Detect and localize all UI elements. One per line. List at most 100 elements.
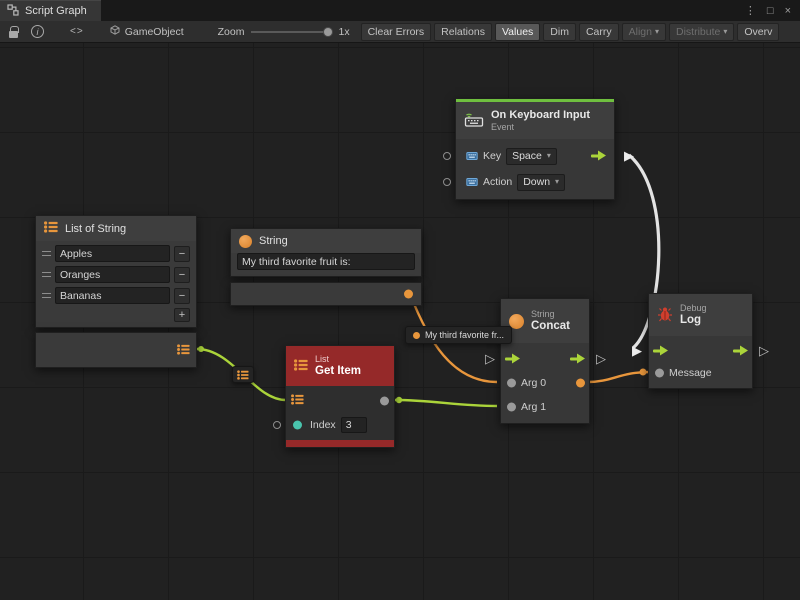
caret-down-icon: ▾ [723, 28, 727, 36]
caret-down-icon: ▾ [655, 28, 659, 36]
list-item-input[interactable] [55, 266, 170, 283]
keycode-icon [466, 151, 478, 161]
caret-down-icon: ▾ [555, 178, 559, 186]
lock-icon[interactable] [9, 23, 18, 41]
drag-handle-icon[interactable] [42, 272, 51, 277]
node-category: String [531, 309, 570, 320]
message-input-port[interactable] [655, 369, 664, 378]
action-label: Action [483, 176, 512, 188]
string-value-dot-icon [413, 332, 420, 339]
arg1-label: Arg 1 [521, 401, 546, 413]
list-icon [44, 221, 58, 236]
carry-button[interactable]: Carry [579, 23, 619, 41]
flow-input-port[interactable] [505, 354, 520, 365]
remove-item-button[interactable]: − [174, 267, 190, 283]
gameobject-icon [110, 25, 120, 38]
string-type-icon [239, 235, 252, 248]
zoom-value: 1x [338, 26, 349, 38]
index-label: Index [310, 419, 336, 431]
arg0-label: Arg 0 [521, 377, 546, 389]
flow-input-port[interactable] [653, 346, 668, 357]
node-on-keyboard-input[interactable]: On Keyboard Input Event Key Space ▾ ▶ [455, 98, 615, 200]
list-output-port[interactable] [177, 344, 190, 358]
index-unconnected-port[interactable] [273, 421, 281, 429]
arg0-input-port[interactable] [507, 379, 516, 388]
node-string-literal[interactable]: String [230, 228, 422, 306]
list-wire-badge [232, 366, 254, 383]
node-concat[interactable]: String Concat ▷ ▷ Arg 0 Arg 1 [500, 298, 590, 424]
flow-output-port[interactable] [591, 151, 606, 162]
zoom-slider-handle[interactable] [323, 27, 333, 37]
node-log[interactable]: Debug Log ▶ ▷ Message [648, 293, 753, 389]
action-dropdown[interactable]: Down ▾ [517, 174, 565, 191]
bug-icon [657, 306, 673, 325]
keyboard-event-icon [464, 111, 484, 130]
string-value-input[interactable] [237, 253, 415, 270]
list-item-input[interactable] [55, 287, 170, 304]
key-dropdown[interactable]: Space ▾ [506, 148, 557, 165]
drag-handle-icon[interactable] [42, 293, 51, 298]
result-output-port[interactable] [576, 379, 585, 388]
node-subtitle: Event [491, 122, 590, 133]
index-input[interactable] [341, 417, 367, 433]
flow-wire-end-triangle: ▶ [632, 344, 642, 357]
keycode-icon [466, 177, 478, 187]
key-input-port[interactable] [443, 152, 451, 160]
flow-wire-start-triangle: ▶ [624, 149, 634, 162]
flow-port-triangle: ▷ [485, 352, 495, 365]
node-title: Log [680, 314, 707, 327]
message-label: Message [669, 367, 712, 379]
info-icon[interactable]: i [31, 23, 44, 41]
close-icon[interactable]: × [785, 5, 791, 17]
zoom-slider[interactable] [251, 31, 331, 33]
node-category: Debug [680, 303, 707, 314]
flow-output-port[interactable] [733, 346, 748, 357]
code-icon[interactable]: <> [70, 23, 84, 41]
list-input-port[interactable] [291, 394, 304, 408]
tab-title: Script Graph [25, 5, 87, 17]
window-menu-icon[interactable]: ⋮ [745, 4, 756, 17]
graph-canvas[interactable]: List of String − − − + [0, 43, 800, 600]
window-controls: ⋮ □ × [736, 0, 800, 21]
overview-button[interactable]: Overv [737, 23, 779, 41]
flow-port-triangle: ▷ [759, 344, 769, 357]
arg1-input-port[interactable] [507, 403, 516, 412]
node-title: On Keyboard Input [491, 109, 590, 122]
list-icon [294, 359, 308, 374]
list-item-row: − [42, 287, 190, 304]
values-button[interactable]: Values [495, 23, 540, 41]
key-label: Key [483, 150, 501, 162]
node-title: Concat [531, 320, 570, 333]
node-title: List of String [65, 223, 126, 235]
index-input-port[interactable] [293, 421, 302, 430]
node-title: String [259, 235, 288, 247]
wire-value-preview: My third favorite fr... [405, 326, 512, 344]
remove-item-button[interactable]: − [174, 288, 190, 304]
graph-toolbar: i <> GameObject Zoom 1x Clear Errors Rel… [0, 21, 800, 43]
flow-output-port[interactable] [570, 354, 585, 365]
dim-button[interactable]: Dim [543, 23, 576, 41]
node-category: List [315, 354, 361, 365]
script-graph-icon [7, 4, 19, 19]
item-output-port[interactable] [380, 397, 389, 406]
caret-down-icon: ▾ [547, 152, 551, 160]
string-output-port[interactable] [404, 290, 413, 299]
relations-button[interactable]: Relations [434, 23, 492, 41]
distribute-button[interactable]: Distribute▾ [669, 23, 734, 41]
tab-script-graph[interactable]: Script Graph [0, 0, 101, 21]
gameobject-button[interactable]: GameObject [110, 25, 184, 38]
list-item-row: − [42, 245, 190, 262]
list-unit-footer-bar [286, 440, 394, 447]
list-item-input[interactable] [55, 245, 170, 262]
add-item-button[interactable]: + [174, 308, 190, 322]
align-button[interactable]: Align▾ [622, 23, 666, 41]
maximize-icon[interactable]: □ [767, 5, 774, 17]
flow-port-triangle: ▷ [596, 352, 606, 365]
list-item-row: − [42, 266, 190, 283]
clear-errors-button[interactable]: Clear Errors [361, 23, 432, 41]
node-list-of-string[interactable]: List of String − − − + [35, 215, 197, 368]
node-get-item[interactable]: List Get Item Index [285, 345, 395, 448]
action-input-port[interactable] [443, 178, 451, 186]
remove-item-button[interactable]: − [174, 246, 190, 262]
drag-handle-icon[interactable] [42, 251, 51, 256]
